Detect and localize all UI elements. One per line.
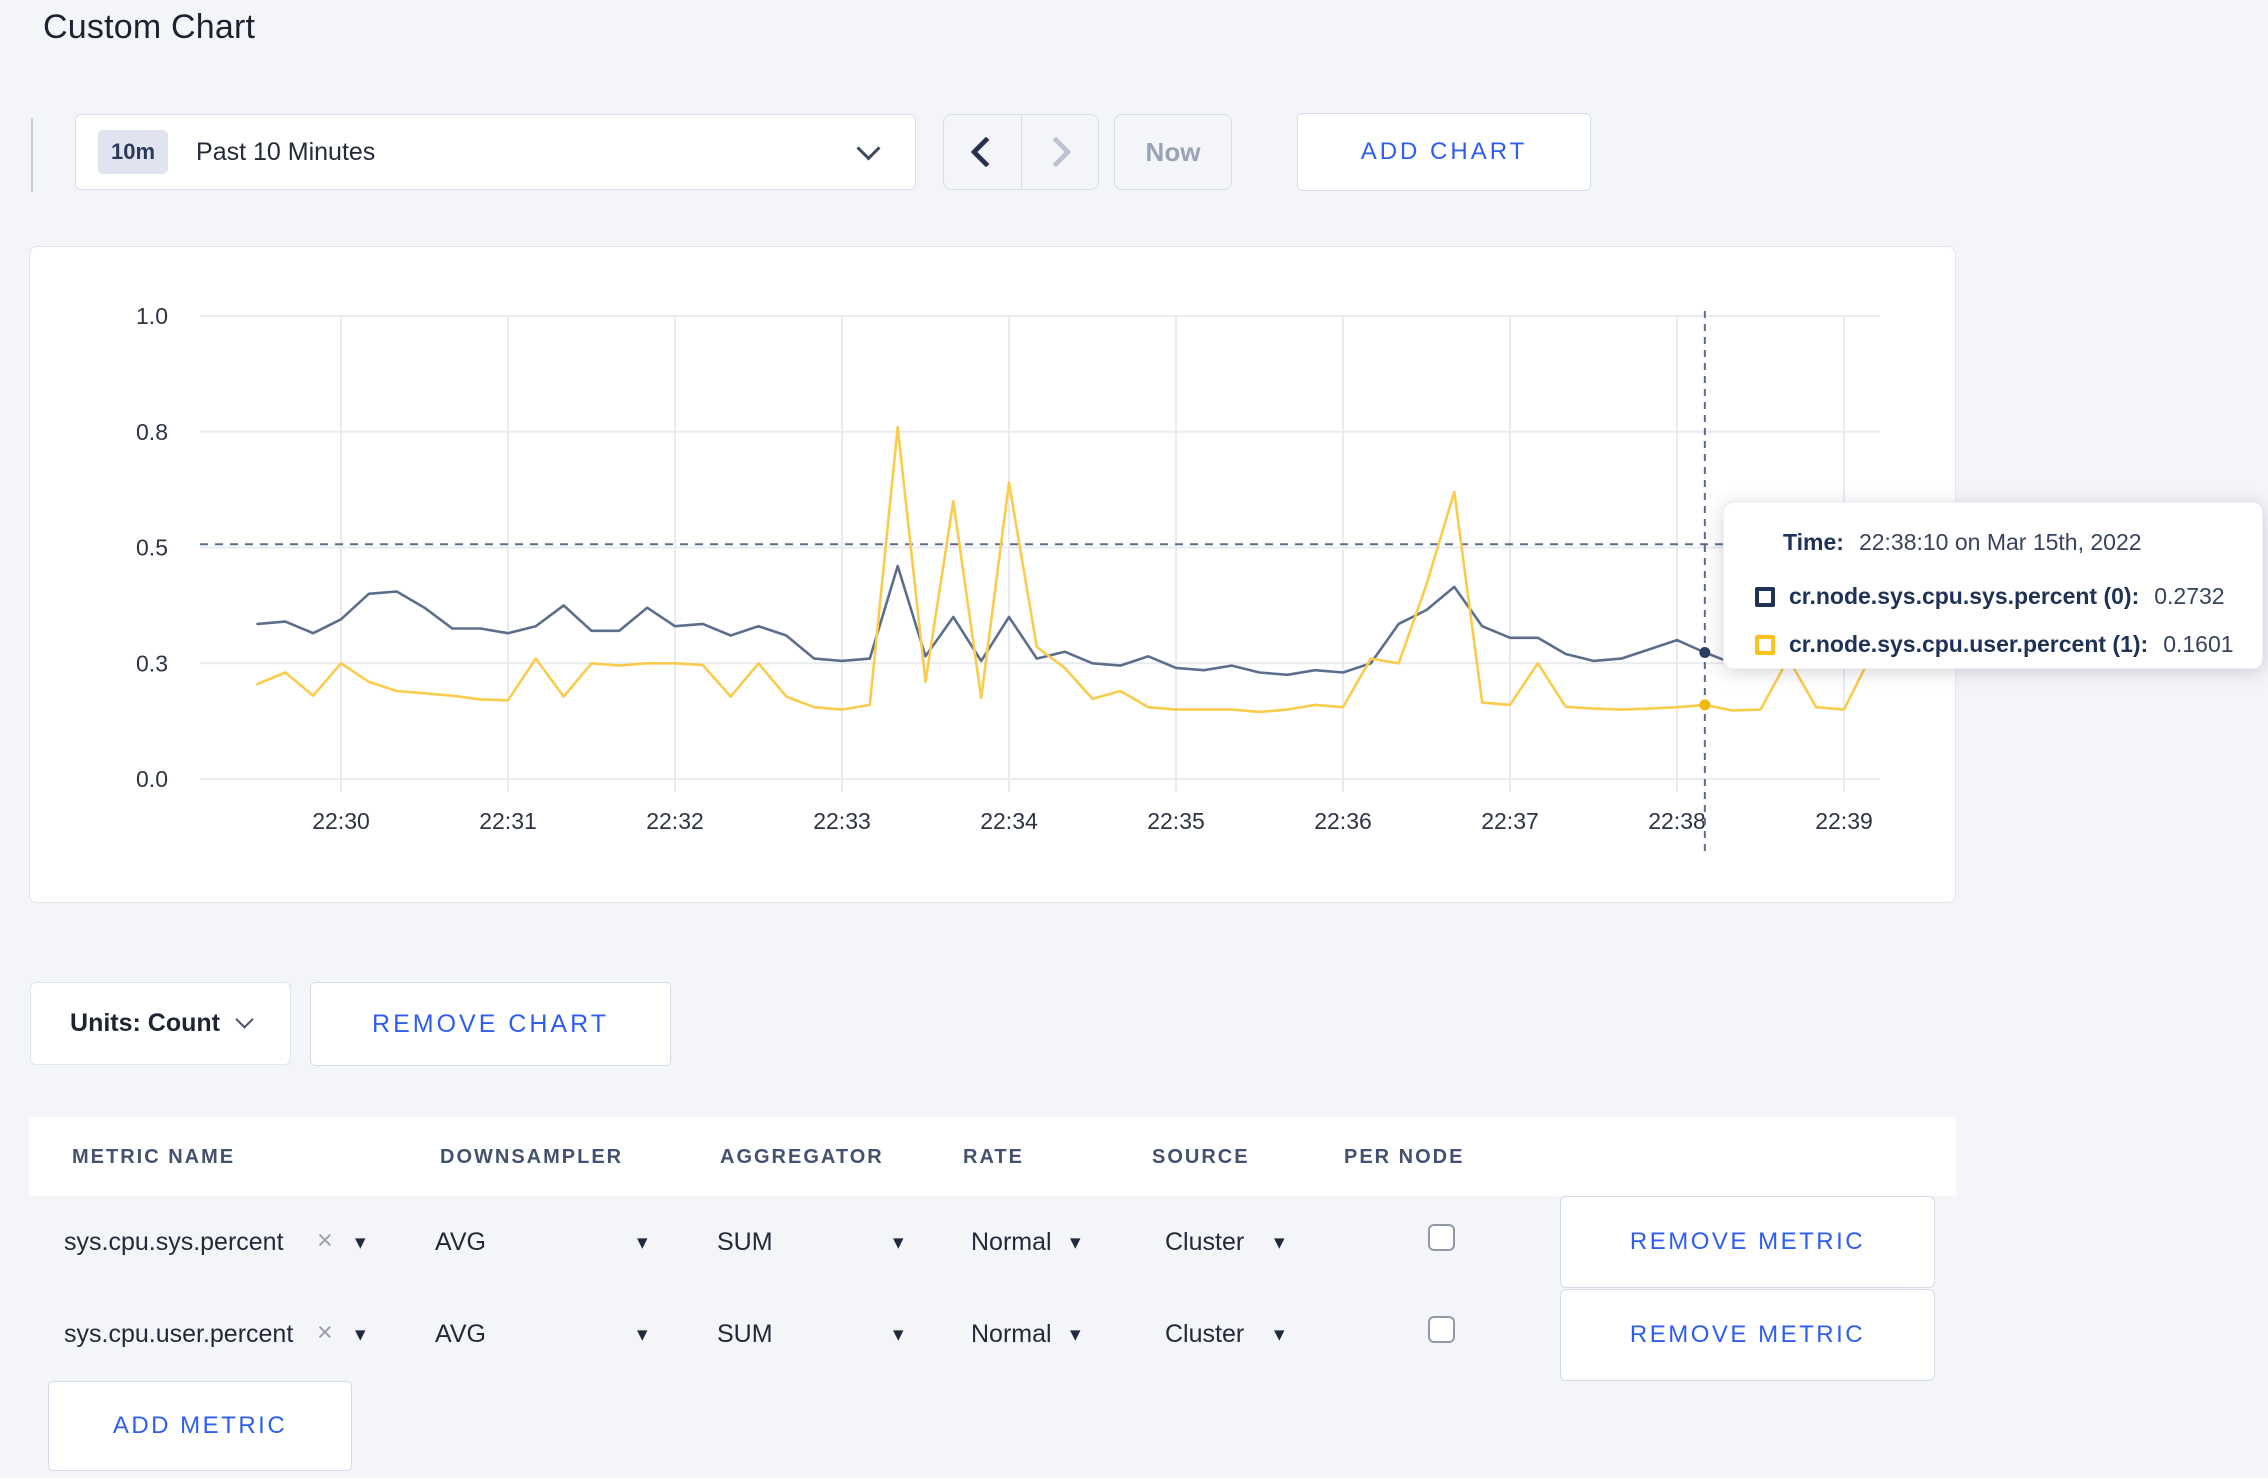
- col-header-downsampler: DOWNSAMPLER: [440, 1146, 624, 1168]
- source-select[interactable]: Cluster: [1165, 1228, 1244, 1257]
- caret-down-icon[interactable]: ▾: [1070, 1230, 1081, 1255]
- tooltip-time-value: 22:38:10 on Mar 15th, 2022: [1858, 529, 2142, 555]
- rate-select[interactable]: Normal: [971, 1228, 1052, 1257]
- caret-down-icon[interactable]: ▾: [1274, 1322, 1285, 1347]
- per-node-checkbox[interactable]: [1428, 1316, 1455, 1343]
- chevron-down-icon: [856, 135, 881, 161]
- tooltip-series-value: 0.2732: [2154, 583, 2225, 609]
- time-range-label: Past 10 Minutes: [196, 137, 376, 166]
- tooltip-series-row: cr.node.sys.cpu.user.percent (1): 0.1601: [1755, 631, 2234, 658]
- remove-chart-button[interactable]: REMOVE CHART: [310, 982, 671, 1066]
- y-tick-label: 0.3: [136, 650, 168, 676]
- time-range-select[interactable]: 10m Past 10 Minutes: [75, 114, 916, 190]
- col-header-metric-name: METRIC NAME: [72, 1146, 236, 1168]
- clear-metric-icon[interactable]: ×: [317, 1317, 333, 1348]
- hover-marker: [1699, 647, 1711, 659]
- x-tick-label: 22:30: [312, 808, 370, 834]
- page-title: Custom Chart: [43, 8, 256, 46]
- chevron-right-icon: [1040, 136, 1072, 168]
- line-chart[interactable]: 0.0 0.3 0.5 0.8 1.0 22:30 22:31 22:32 22:33 22:34…: [30, 247, 1957, 904]
- caret-down-icon[interactable]: ▾: [893, 1230, 904, 1255]
- remove-metric-button[interactable]: REMOVE METRIC: [1560, 1196, 1935, 1288]
- chevron-left-icon: [970, 136, 1002, 168]
- y-tick-label: 1.0: [136, 303, 168, 329]
- col-header-source: SOURCE: [1152, 1146, 1250, 1168]
- y-tick-label: 0.0: [136, 766, 168, 792]
- x-tick-label: 22:34: [980, 808, 1038, 834]
- caret-down-icon[interactable]: ▾: [1070, 1322, 1081, 1347]
- downsampler-select[interactable]: AVG: [435, 1320, 486, 1349]
- toolbar-divider: [31, 118, 33, 192]
- downsampler-select[interactable]: AVG: [435, 1228, 486, 1257]
- next-time-button[interactable]: [1020, 115, 1099, 189]
- series-line: [256, 564, 1874, 677]
- source-select[interactable]: Cluster: [1165, 1320, 1244, 1349]
- x-tick-label: 22:35: [1147, 808, 1205, 834]
- col-header-rate: RATE: [963, 1146, 1024, 1168]
- hover-marker: [1699, 699, 1711, 711]
- time-nav-group: [943, 114, 1099, 190]
- x-tick-label: 22:31: [479, 808, 537, 834]
- x-tick-label: 22:39: [1815, 808, 1873, 834]
- chart-tooltip: Time: 22:38:10 on Mar 15th, 2022 cr.node…: [1723, 502, 2263, 669]
- time-range-badge: 10m: [98, 130, 169, 174]
- units-select[interactable]: Units: Count: [30, 982, 291, 1065]
- chevron-down-icon: [235, 1010, 254, 1029]
- y-tick-label: 0.8: [136, 419, 168, 445]
- remove-metric-button[interactable]: REMOVE METRIC: [1560, 1289, 1935, 1381]
- x-tick-label: 22:33: [813, 808, 871, 834]
- y-tick-label: 0.5: [136, 535, 168, 561]
- add-chart-button[interactable]: ADD CHART: [1297, 113, 1591, 191]
- x-tick-label: 22:38: [1648, 808, 1706, 834]
- caret-down-icon[interactable]: ▾: [637, 1230, 648, 1255]
- col-header-per-node: PER NODE: [1344, 1146, 1465, 1168]
- units-label: Units: Count: [70, 1009, 220, 1037]
- x-tick-label: 22:36: [1314, 808, 1372, 834]
- x-tick-label: 22:32: [646, 808, 704, 834]
- series-sys-swatch-icon: [1755, 586, 1775, 607]
- prev-time-button[interactable]: [944, 115, 1021, 189]
- tooltip-series-value: 0.1601: [2163, 631, 2234, 657]
- tooltip-series-name: cr.node.sys.cpu.user.percent (1):: [1789, 631, 2149, 657]
- caret-down-icon[interactable]: ▾: [1274, 1230, 1285, 1255]
- aggregator-select[interactable]: SUM: [717, 1320, 773, 1349]
- caret-down-icon[interactable]: ▾: [355, 1230, 366, 1255]
- caret-down-icon[interactable]: ▾: [355, 1322, 366, 1347]
- per-node-checkbox[interactable]: [1428, 1224, 1455, 1251]
- caret-down-icon[interactable]: ▾: [893, 1322, 904, 1347]
- caret-down-icon[interactable]: ▾: [637, 1322, 648, 1347]
- clear-metric-icon[interactable]: ×: [317, 1225, 333, 1256]
- col-header-aggregator: AGGREGATOR: [720, 1146, 884, 1168]
- add-metric-button[interactable]: ADD METRIC: [48, 1381, 352, 1471]
- tooltip-time-label: Time:: [1783, 529, 1844, 555]
- tooltip-series-row: cr.node.sys.cpu.sys.percent (0): 0.2732: [1755, 583, 2225, 610]
- rate-select[interactable]: Normal: [971, 1320, 1052, 1349]
- now-button[interactable]: Now: [1114, 114, 1232, 190]
- metric-name-select[interactable]: sys.cpu.user.percent: [64, 1320, 293, 1349]
- series-user-swatch-icon: [1755, 634, 1775, 655]
- tooltip-time-row: Time: 22:38:10 on Mar 15th, 2022: [1783, 529, 2142, 556]
- aggregator-select[interactable]: SUM: [717, 1228, 773, 1257]
- metric-name-select[interactable]: sys.cpu.sys.percent: [64, 1228, 284, 1257]
- tooltip-series-name: cr.node.sys.cpu.sys.percent (0):: [1789, 583, 2140, 609]
- x-tick-label: 22:37: [1481, 808, 1539, 834]
- series-line: [256, 425, 1874, 714]
- chart-card: 0.0 0.3 0.5 0.8 1.0 22:30 22:31 22:32 22:33 22:34…: [29, 246, 1956, 903]
